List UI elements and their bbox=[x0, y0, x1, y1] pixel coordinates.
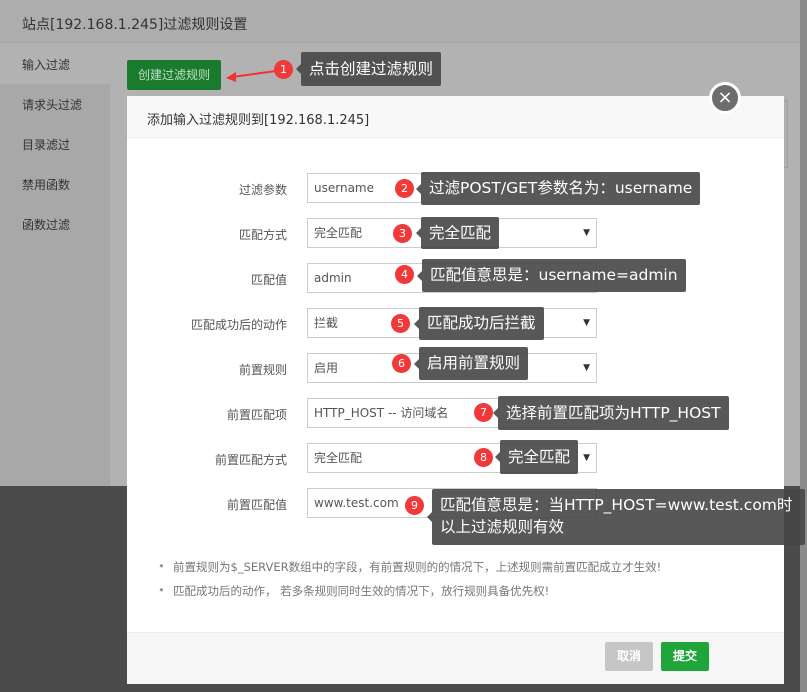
close-icon[interactable]: × bbox=[709, 82, 741, 114]
field-value: HTTP_HOST -- 访问域名 bbox=[314, 406, 449, 420]
sidebar-item-function-filter[interactable]: 函数过滤 bbox=[0, 204, 110, 244]
step-badge: 1 bbox=[274, 60, 293, 79]
field-label: 匹配方式 bbox=[238, 228, 287, 242]
field-label: 前置匹配方式 bbox=[214, 453, 287, 467]
sidebar-item-header-filter[interactable]: 请求头过滤 bbox=[0, 84, 110, 124]
annotation-tooltip: 完全匹配 bbox=[494, 440, 579, 474]
field-value: 启用 bbox=[314, 361, 339, 375]
field-value: username bbox=[314, 181, 374, 195]
step-badge: 2 bbox=[395, 179, 414, 198]
chevron-down-icon: ▼ bbox=[583, 453, 590, 463]
annotation-tooltip: 匹配值意思是：username=admin bbox=[417, 259, 686, 292]
note: 前置规则为$_SERVER数组中的字段，有前置规则的的情况下，上述规则需前置匹配… bbox=[158, 559, 661, 575]
step-badge: 3 bbox=[393, 224, 412, 243]
annotation-tooltip: 完全匹配 bbox=[415, 217, 500, 249]
submit-button[interactable]: 提交 bbox=[661, 642, 709, 671]
annotation-tooltip: 选择前置匹配项为HTTP_HOST bbox=[493, 396, 729, 430]
chevron-down-icon: ▼ bbox=[583, 318, 590, 328]
sidebar-item-input-filter[interactable]: 输入过滤 bbox=[0, 44, 110, 84]
annotation-tooltip: 启用前置规则 bbox=[413, 347, 529, 380]
cancel-button[interactable]: 取消 bbox=[605, 642, 653, 671]
annotation-tooltip: 匹配成功后拦截 bbox=[414, 307, 544, 340]
chevron-down-icon: ▼ bbox=[583, 228, 590, 238]
field-label: 前置规则 bbox=[238, 363, 287, 377]
field-label: 前置匹配值 bbox=[226, 498, 287, 512]
arrow-icon bbox=[226, 70, 277, 82]
annotation-tooltip: 匹配值意思是：当HTTP_HOST=www.test.com时以上过滤规则有效 bbox=[427, 489, 805, 545]
step-badge: 5 bbox=[391, 314, 410, 333]
field-value: 完全匹配 bbox=[314, 226, 363, 240]
field-value: www.test.com bbox=[314, 496, 399, 510]
step-badge: 9 bbox=[405, 496, 424, 515]
outer-title: 站点[192.168.1.245]过滤规则设置 bbox=[0, 0, 800, 43]
sidebar-item-disabled-functions[interactable]: 禁用函数 bbox=[0, 164, 110, 204]
step-badge: 6 bbox=[392, 354, 411, 373]
scrollbar[interactable] bbox=[800, 0, 807, 692]
sidebar: 输入过滤 请求头过滤 目录滤过 禁用函数 函数过滤 bbox=[0, 44, 110, 486]
field-value: admin bbox=[314, 271, 352, 285]
step-badge: 7 bbox=[474, 403, 493, 422]
sidebar-item-dir-filter[interactable]: 目录滤过 bbox=[0, 124, 110, 164]
step-badge: 4 bbox=[395, 265, 414, 284]
field-value: 拦截 bbox=[314, 316, 339, 330]
step-badge: 8 bbox=[474, 448, 493, 467]
create-rule-button[interactable]: 创建过滤规则 bbox=[127, 60, 221, 90]
note: 匹配成功后的动作， 若多条规则同时生效的情况下，放行规则具备优先权! bbox=[158, 583, 549, 599]
field-label: 匹配成功后的动作 bbox=[190, 318, 287, 332]
modal-title: 添加输入过滤规则到[192.168.1.245] bbox=[127, 96, 784, 138]
field-label: 过滤参数 bbox=[238, 183, 287, 197]
field-label: 前置匹配项 bbox=[226, 408, 287, 422]
field-label: 匹配值 bbox=[250, 273, 287, 287]
annotation-tooltip: 过滤POST/GET参数名为：username bbox=[415, 172, 701, 205]
annotation-tooltip: 点击创建过滤规则 bbox=[295, 52, 442, 86]
chevron-down-icon: ▼ bbox=[583, 363, 590, 373]
field-value: 完全匹配 bbox=[314, 451, 363, 465]
